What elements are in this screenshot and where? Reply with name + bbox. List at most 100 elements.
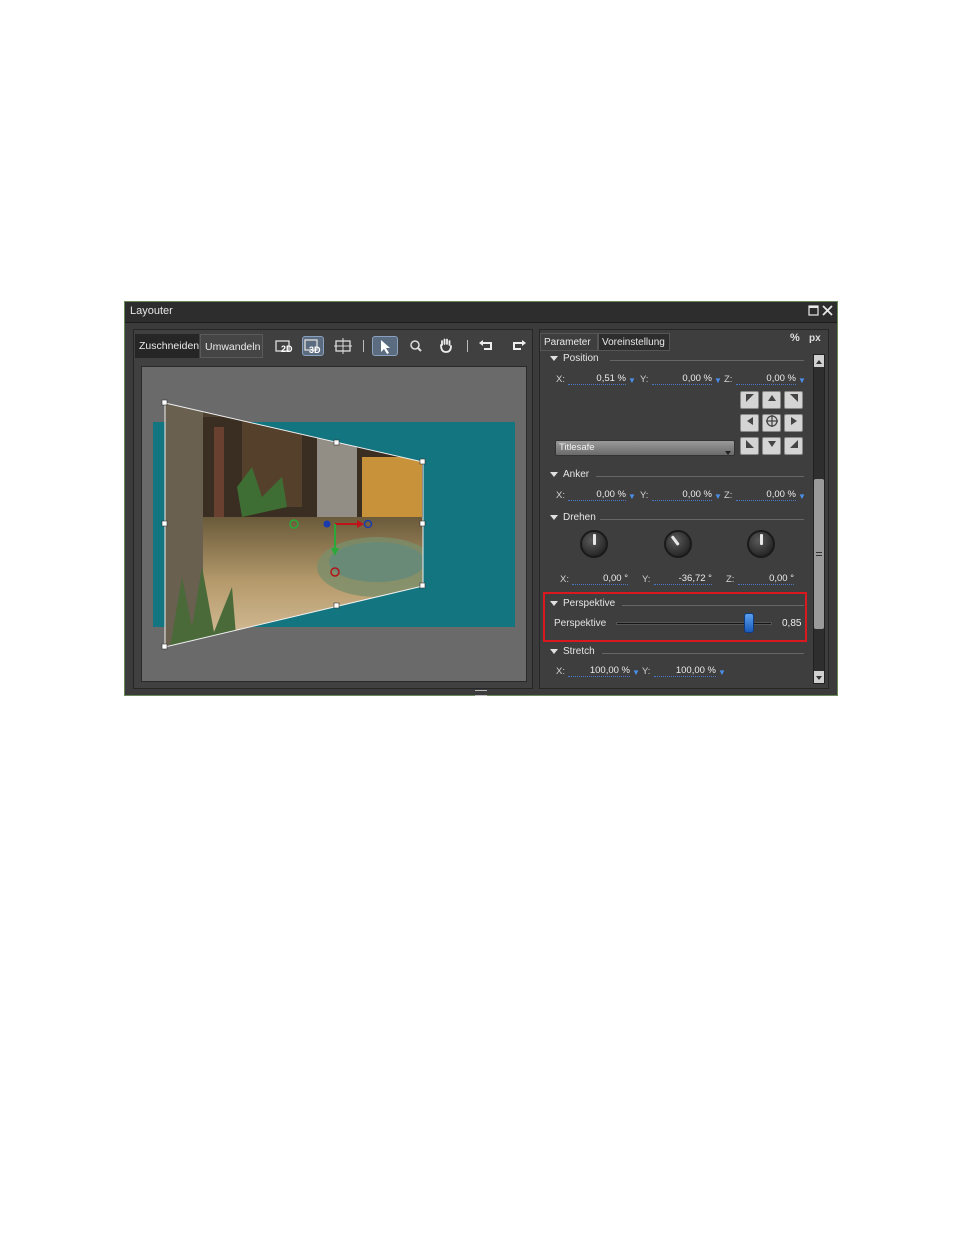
collapse-triangle-icon	[550, 471, 558, 477]
corner-arrow-icon	[745, 440, 754, 448]
section-title: Stretch	[563, 646, 595, 657]
stretch-y-field[interactable]: 100,00 %	[654, 665, 716, 677]
preview-canvas[interactable]	[141, 366, 527, 682]
anker-z-dropdown-icon[interactable]: ▼	[798, 492, 806, 501]
unit-percent-button[interactable]: %	[790, 332, 800, 344]
drehen-x-field[interactable]: 0,00 °	[572, 573, 628, 585]
position-y-field[interactable]: 0,00 %	[652, 373, 712, 385]
zoom-tool-button[interactable]	[405, 336, 427, 356]
scroll-thumb[interactable]	[814, 479, 824, 629]
stretch-x-field[interactable]: 100,00 %	[568, 665, 630, 677]
anker-y-field[interactable]: 0,00 %	[652, 489, 712, 501]
tab-zuschneiden[interactable]: Zuschneiden	[135, 334, 199, 358]
section-perspektive-header[interactable]: Perspektive	[550, 598, 615, 609]
undo-icon	[479, 340, 492, 350]
knob-indicator	[760, 534, 763, 545]
tab-voreinstellung[interactable]: Voreinstellung	[598, 333, 670, 351]
right-arrow-icon	[790, 417, 797, 425]
align-top-button[interactable]	[762, 391, 781, 409]
anker-z-label: Z:	[724, 490, 733, 501]
drehen-z-field[interactable]: 0,00 °	[738, 573, 794, 585]
divider	[596, 476, 804, 477]
section-title: Position	[563, 353, 599, 364]
align-top-right-button[interactable]	[784, 391, 803, 409]
position-z-field[interactable]: 0,00 %	[736, 373, 796, 385]
align-bottom-right-button[interactable]	[784, 437, 803, 455]
parameter-panel: Parameter Voreinstellung % px Position X…	[539, 329, 829, 689]
splitter-grip[interactable]	[475, 690, 487, 696]
tab-parameter[interactable]: Parameter	[540, 333, 598, 351]
divider	[602, 653, 804, 654]
tab-umwandeln[interactable]: Umwandeln	[200, 334, 263, 358]
collapse-triangle-icon	[550, 514, 558, 520]
perspektive-value[interactable]: 0,85	[782, 618, 801, 629]
collapse-triangle-icon	[550, 648, 558, 654]
anker-z-field[interactable]: 0,00 %	[736, 489, 796, 501]
redo-icon	[513, 340, 526, 350]
transform-preview[interactable]	[142, 367, 526, 681]
maximize-icon[interactable]	[807, 305, 819, 317]
stretch-x-label: X:	[556, 666, 565, 677]
2d-mode-button[interactable]: 2D	[274, 336, 296, 356]
down-arrow-icon	[767, 441, 776, 447]
undo-button[interactable]	[476, 336, 498, 356]
align-bottom-left-button[interactable]	[740, 437, 759, 455]
perspektive-slider-label: Perspektive	[554, 618, 607, 629]
unit-px-button[interactable]: px	[809, 333, 821, 344]
3d-icon: 3D	[304, 339, 321, 355]
collapse-triangle-icon	[550, 600, 558, 606]
dropdown-value: Titlesafe	[559, 442, 595, 453]
align-left-button[interactable]	[740, 414, 759, 432]
corner-arrow-icon	[789, 394, 798, 402]
divider	[600, 519, 804, 520]
stretch-x-dropdown-icon[interactable]: ▼	[632, 668, 640, 677]
rotate-z-knob[interactable]	[747, 530, 775, 558]
drehen-y-field[interactable]: -36,72 °	[654, 573, 712, 585]
knob-indicator	[670, 535, 680, 546]
knob-indicator	[593, 534, 596, 545]
scroll-down-button[interactable]	[814, 671, 824, 683]
vertical-scrollbar[interactable]	[813, 354, 825, 684]
hand-tool-button[interactable]	[435, 336, 457, 356]
collapse-triangle-icon	[550, 355, 558, 361]
3d-mode-button[interactable]: 3D	[302, 336, 324, 356]
position-x-field[interactable]: 0,51 %	[568, 373, 626, 385]
title-bar[interactable]: Layouter	[125, 302, 837, 323]
titlesafe-dropdown[interactable]: Titlesafe	[555, 440, 735, 456]
section-stretch-header[interactable]: Stretch	[550, 646, 595, 657]
position-z-dropdown-icon[interactable]: ▼	[798, 376, 806, 385]
preview-panel: Zuschneiden Umwandeln 2D 3D	[133, 329, 533, 689]
frame-icon	[334, 338, 352, 354]
fit-view-button[interactable]	[332, 336, 354, 356]
video-frame-image	[165, 403, 423, 647]
perspektive-slider-thumb[interactable]	[743, 613, 754, 633]
down-arrow-icon	[816, 676, 822, 680]
position-x-dropdown-icon[interactable]: ▼	[628, 376, 636, 385]
section-anker-header[interactable]: Anker	[550, 469, 589, 480]
rotate-y-knob[interactable]	[664, 530, 692, 558]
section-title: Drehen	[563, 512, 596, 523]
anker-x-field[interactable]: 0,00 %	[568, 489, 626, 501]
section-title: Perspektive	[563, 598, 616, 609]
align-center-button[interactable]	[762, 414, 781, 432]
up-arrow-icon	[767, 395, 776, 401]
position-y-dropdown-icon[interactable]: ▼	[714, 376, 722, 385]
align-right-button[interactable]	[784, 414, 803, 432]
redo-button[interactable]	[507, 336, 529, 356]
align-top-left-button[interactable]	[740, 391, 759, 409]
align-bottom-button[interactable]	[762, 437, 781, 455]
section-drehen-header[interactable]: Drehen	[550, 512, 596, 523]
section-position-header[interactable]: Position	[550, 353, 599, 364]
anker-y-dropdown-icon[interactable]: ▼	[714, 492, 722, 501]
rotate-x-knob[interactable]	[580, 530, 608, 558]
position-y-label: Y:	[640, 374, 649, 385]
drehen-y-label: Y:	[642, 574, 651, 585]
close-icon[interactable]	[821, 305, 833, 317]
select-tool-button[interactable]	[372, 336, 398, 356]
anker-y-label: Y:	[640, 490, 649, 501]
scroll-up-button[interactable]	[814, 355, 824, 367]
anker-x-dropdown-icon[interactable]: ▼	[628, 492, 636, 501]
toolbar-separator	[363, 340, 364, 352]
stretch-y-dropdown-icon[interactable]: ▼	[718, 668, 726, 677]
corner-arrow-icon	[789, 440, 798, 448]
